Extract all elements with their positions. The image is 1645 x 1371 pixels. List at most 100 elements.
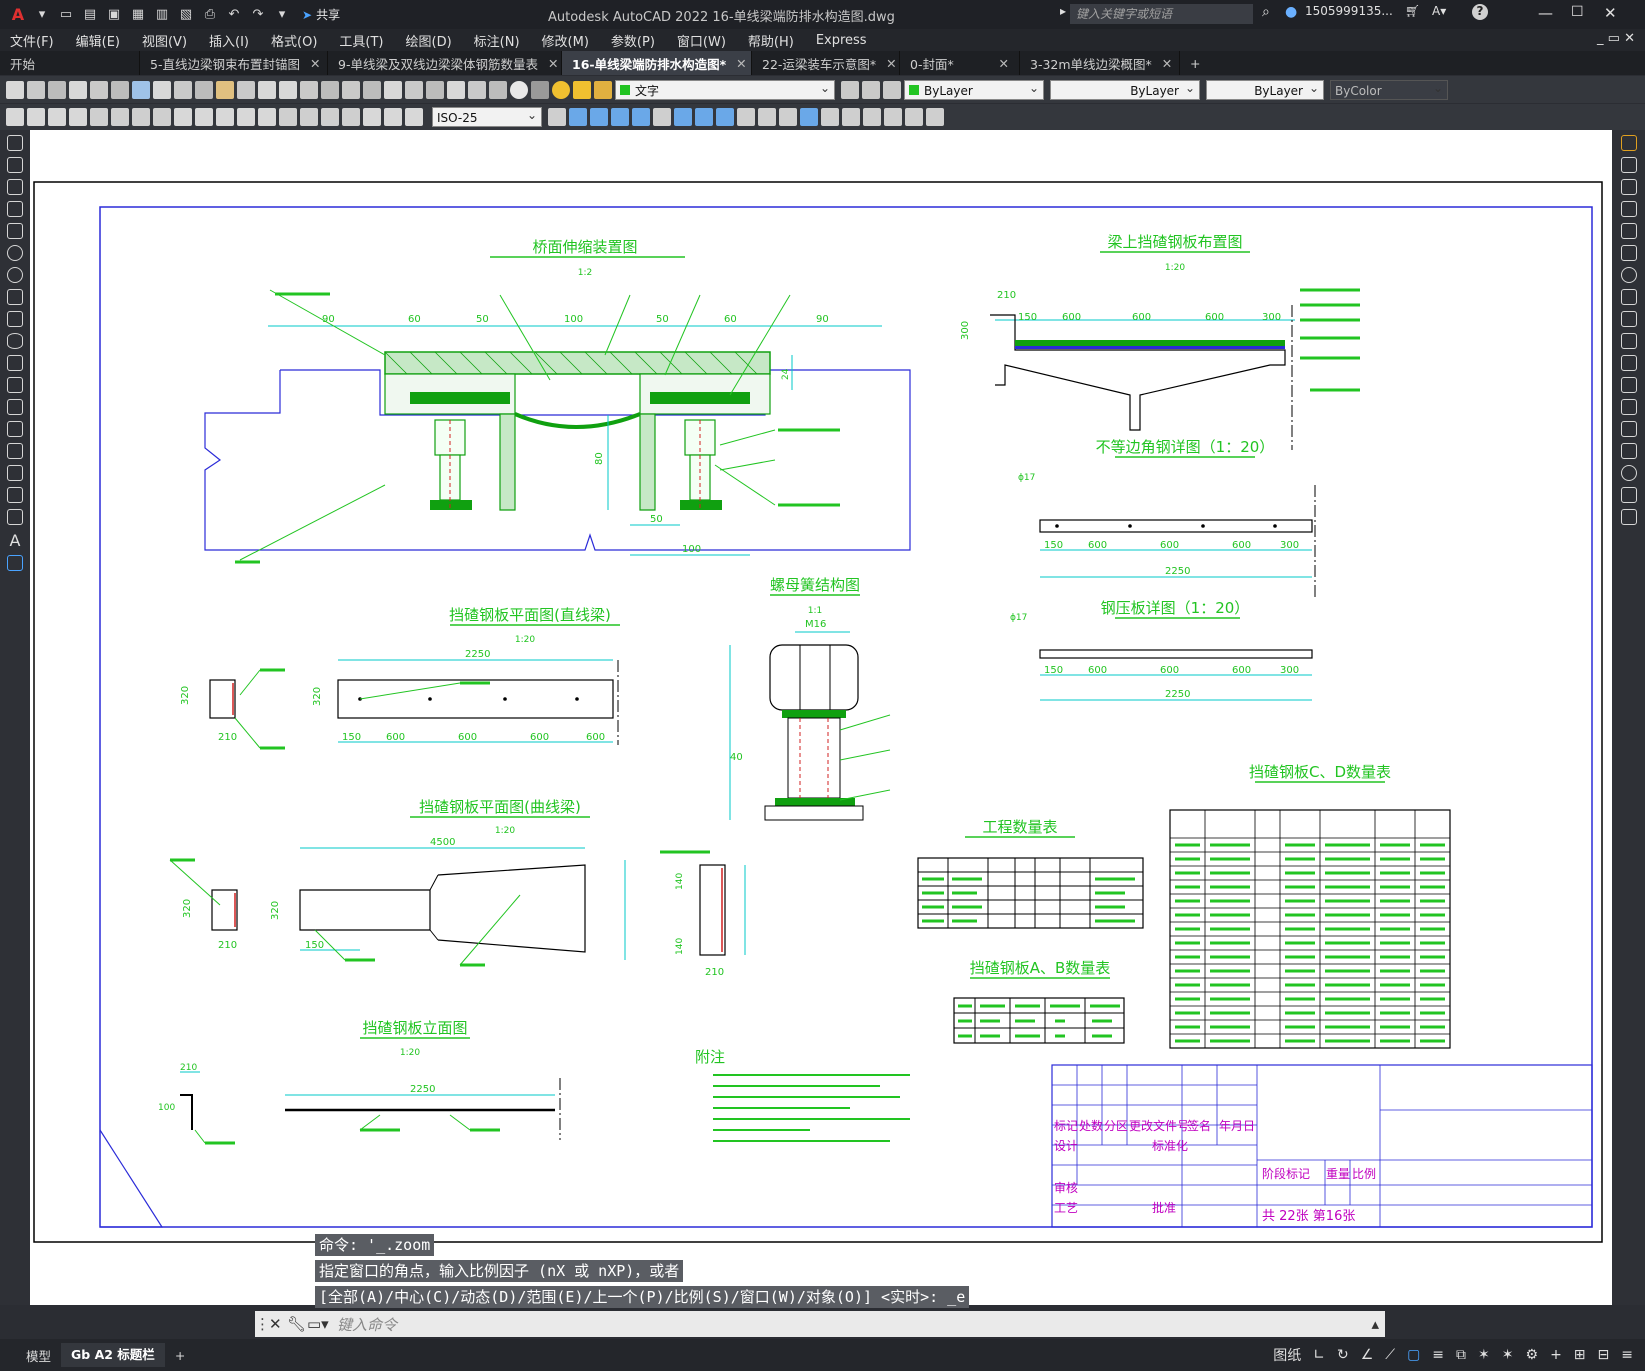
workspace-gear-icon[interactable]: ⚙ <box>1526 1347 1539 1363</box>
zoom-previous-icon[interactable] <box>363 80 381 99</box>
quick-properties-icon[interactable]: ⊟ <box>1598 1347 1610 1363</box>
search-icon[interactable]: ⌕ <box>1262 4 1270 20</box>
quick-dim-icon[interactable] <box>174 108 192 126</box>
sweep-icon[interactable] <box>611 108 629 126</box>
menu-dimension[interactable]: 标注(N) <box>474 31 520 50</box>
app-menu-chevron-icon[interactable]: ▾ <box>32 6 52 24</box>
preview-icon[interactable] <box>90 80 108 99</box>
thicken-icon[interactable] <box>758 108 776 126</box>
autodesk-a360-icon[interactable]: A▾ <box>1432 4 1446 18</box>
lineweight-dropdown[interactable]: ByLayer <box>1206 78 1324 100</box>
tab-file-3[interactable]: 3-32m单线边梁概图* ✕ <box>1020 51 1180 75</box>
layout-tab-gb-a2[interactable]: Gb A2 标题栏 <box>61 1343 165 1367</box>
layer-lock-icon[interactable] <box>594 80 612 99</box>
tab-start[interactable]: 开始 <box>0 51 140 75</box>
dim-break-icon[interactable] <box>258 108 276 126</box>
close-tab-icon[interactable]: ✕ <box>886 56 896 71</box>
user-icon[interactable]: ● <box>1285 4 1297 20</box>
join-icon[interactable] <box>1620 421 1637 437</box>
menu-window[interactable]: 窗口(W) <box>677 31 726 50</box>
separate-icon[interactable] <box>842 108 860 126</box>
subtract-icon[interactable] <box>695 108 713 126</box>
3d-dwf-icon[interactable] <box>132 80 150 99</box>
rectangle-icon[interactable] <box>7 223 23 239</box>
selection-cycling-icon[interactable]: ⧉ <box>1456 1347 1466 1363</box>
hatch-icon[interactable] <box>7 443 23 459</box>
region-icon[interactable] <box>7 487 23 503</box>
paper-space-toggle[interactable]: 图纸 <box>1273 1345 1301 1365</box>
menu-express[interactable]: Express <box>816 33 867 48</box>
menu-insert[interactable]: 插入(I) <box>209 31 249 50</box>
customize-chevron-icon[interactable]: ▾ <box>272 6 292 24</box>
ordinate-dim-icon[interactable] <box>69 108 87 126</box>
revolve-icon[interactable] <box>632 108 650 126</box>
object-snap-icon[interactable]: ▢ <box>1407 1347 1420 1363</box>
isodraft-icon[interactable]: ⟋ <box>1385 1347 1395 1363</box>
presspull-icon[interactable] <box>590 108 608 126</box>
layer-manager-icon[interactable] <box>531 80 549 99</box>
close-icon[interactable]: ✕ <box>1604 4 1617 22</box>
infer-constraints-icon[interactable]: ∟ <box>1313 1347 1325 1363</box>
zoom-window-icon[interactable] <box>342 80 360 99</box>
close-tab-icon[interactable]: ✕ <box>999 56 1009 71</box>
close-tab-icon[interactable]: ✕ <box>1162 56 1172 71</box>
publish-icon[interactable]: ▧ <box>176 6 196 24</box>
intersect-icon[interactable] <box>716 108 734 126</box>
save-icon[interactable]: ▣ <box>104 6 124 24</box>
erase-icon[interactable] <box>1620 135 1637 151</box>
trim-icon[interactable] <box>1620 333 1637 349</box>
block-editor-icon[interactable] <box>237 80 255 99</box>
layer-dropdown[interactable]: 文字 <box>615 78 835 100</box>
close-tab-icon[interactable]: ✕ <box>736 56 746 71</box>
redo-icon[interactable]: ↷ <box>248 6 268 24</box>
tab-file-9[interactable]: 9-单线梁及双线边梁梁体钢筋数量表 ✕ <box>328 51 562 75</box>
imprint-icon[interactable] <box>779 108 797 126</box>
check-icon[interactable] <box>884 108 902 126</box>
layout-tab-model[interactable]: 模型 <box>16 1346 61 1365</box>
revision-cloud-icon[interactable] <box>7 289 23 305</box>
menu-help[interactable]: 帮助(H) <box>748 31 794 50</box>
chamfer-icon[interactable] <box>1620 443 1637 459</box>
fillet-icon[interactable] <box>1620 465 1637 481</box>
inspection-icon[interactable] <box>321 108 339 126</box>
polyline-icon[interactable] <box>7 179 23 195</box>
dim-text-edit-icon[interactable] <box>384 108 402 126</box>
add-selected-icon[interactable] <box>7 555 23 571</box>
diameter-dim-icon[interactable] <box>132 108 150 126</box>
ellipse-arc-icon[interactable] <box>7 355 23 371</box>
rotate-icon[interactable] <box>1620 267 1637 283</box>
blend-curves-icon[interactable] <box>1620 487 1637 503</box>
undo-icon[interactable]: ↶ <box>224 6 244 24</box>
mirror-icon[interactable] <box>1620 179 1637 195</box>
construction-line-icon[interactable] <box>7 157 23 173</box>
redo-icon[interactable] <box>279 80 297 99</box>
dim-update-icon[interactable] <box>405 108 423 126</box>
recent-commands-icon[interactable]: ▭▾ <box>307 1315 337 1333</box>
slice-icon[interactable] <box>737 108 755 126</box>
array-icon[interactable] <box>1620 223 1637 239</box>
explode-icon[interactable] <box>1620 509 1637 525</box>
break-at-point-icon[interactable] <box>1620 377 1637 393</box>
jogged-linear-icon[interactable] <box>342 108 360 126</box>
command-close-icon[interactable]: ✕ <box>269 1315 287 1333</box>
tolerance-icon[interactable] <box>279 108 297 126</box>
spline-icon[interactable] <box>7 311 23 327</box>
break-icon[interactable] <box>1620 399 1637 415</box>
new-tab-button[interactable]: + <box>1180 51 1210 75</box>
polygon-icon[interactable] <box>7 201 23 217</box>
menu-format[interactable]: 格式(O) <box>271 31 317 50</box>
lineweight-icon[interactable]: ≡ <box>1432 1347 1444 1363</box>
extrude-icon[interactable] <box>569 108 587 126</box>
customization-icon[interactable]: ≡ <box>1621 1347 1633 1363</box>
units-icon[interactable]: ⊞ <box>1574 1347 1586 1363</box>
make-block-icon[interactable] <box>7 399 23 415</box>
layer-freeze-icon[interactable] <box>573 80 591 99</box>
polar-tracking-icon[interactable]: ↻ <box>1337 1347 1349 1363</box>
union-icon[interactable] <box>674 108 692 126</box>
sheet-set-icon[interactable] <box>447 80 465 99</box>
center-mark-icon[interactable] <box>300 108 318 126</box>
search-expand-icon[interactable]: ▸ <box>1060 4 1066 18</box>
fillet-edge-icon[interactable] <box>905 108 923 126</box>
user-name[interactable]: 1505999135... <box>1305 4 1393 18</box>
save-as-icon[interactable]: ▦ <box>128 6 148 24</box>
